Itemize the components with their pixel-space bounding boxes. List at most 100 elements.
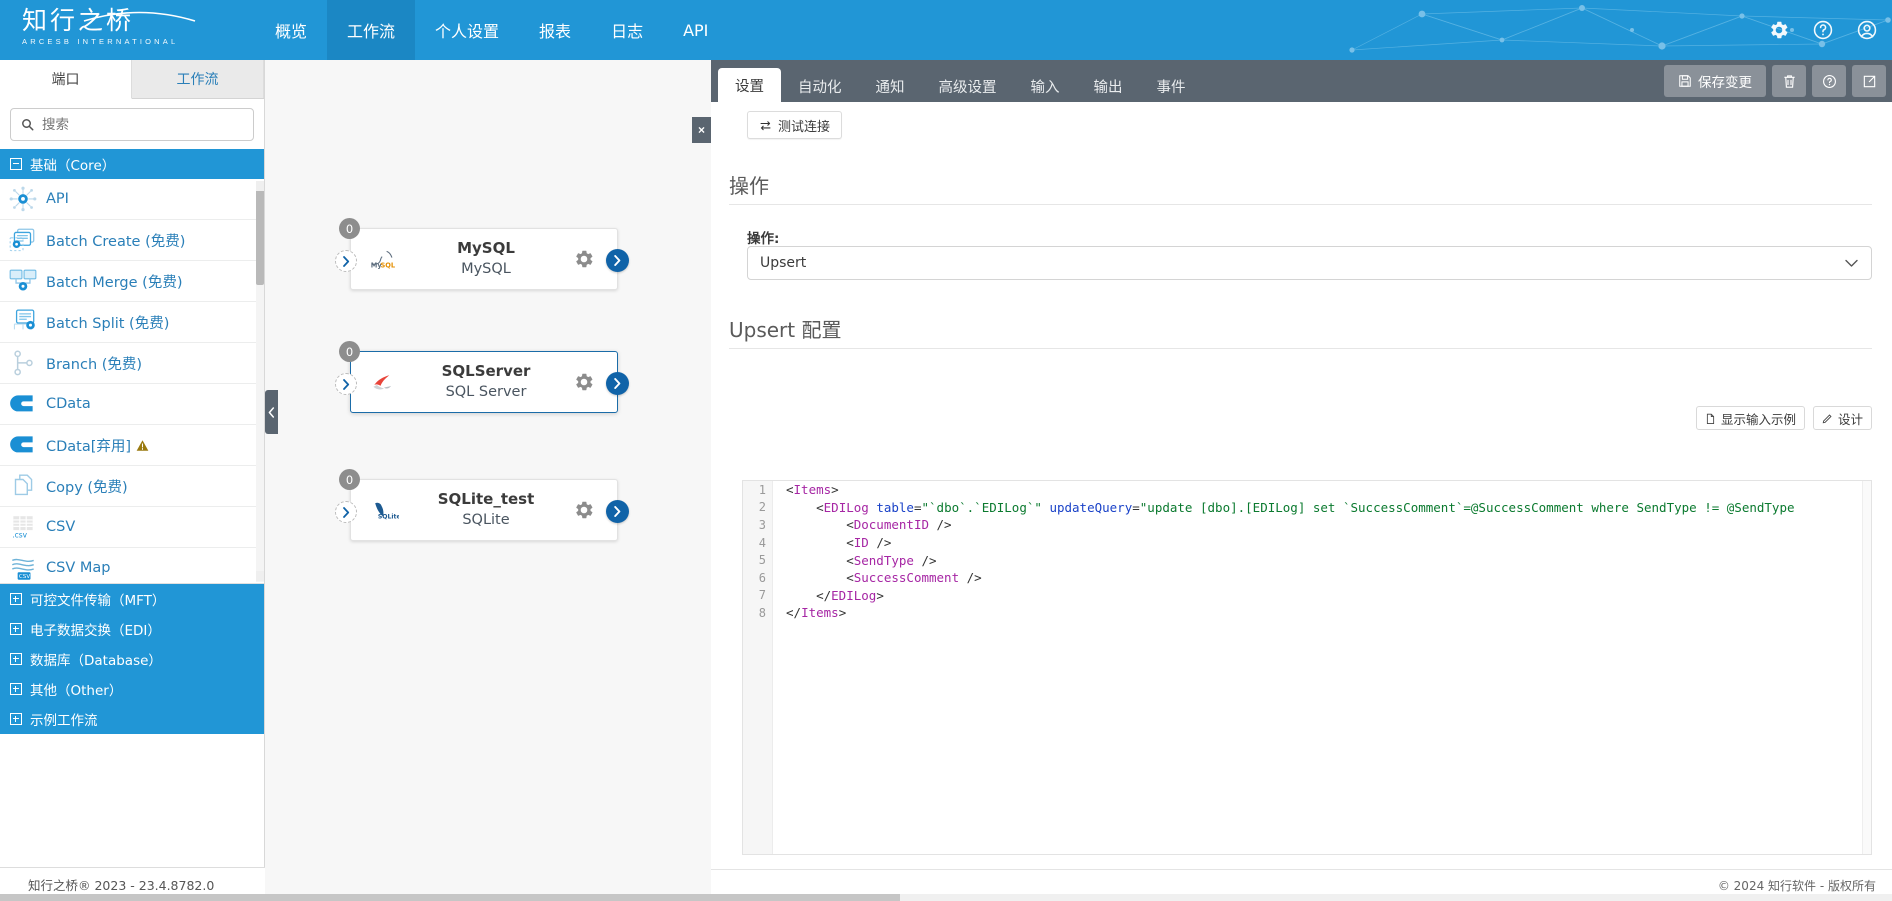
sidebar-category-core[interactable]: 基础（Core）	[0, 149, 264, 179]
nav-item-reports[interactable]: 报表	[519, 0, 591, 60]
gear-icon[interactable]	[1768, 19, 1790, 41]
sidebar-category-edi[interactable]: 电子数据交换（EDI）	[0, 614, 264, 644]
left-sidebar: 端口 工作流 基础（Core）	[0, 60, 265, 901]
node-subtitle: SQLite	[462, 512, 510, 528]
export-icon	[1863, 75, 1875, 87]
nav-item-profile[interactable]: 个人设置	[415, 0, 519, 60]
connector-scroll-area[interactable]: API Batch Create (免费) Batch Merge (免费) B…	[0, 179, 264, 583]
nav-item-workflow[interactable]: 工作流	[327, 0, 416, 60]
divider	[729, 204, 1872, 205]
list-item[interactable]: CSV CSV Map	[0, 548, 264, 583]
node-title: MySQL	[457, 239, 515, 257]
svg-text:CSV: CSV	[19, 574, 30, 580]
sidebar-category-database[interactable]: 数据库（Database）	[0, 644, 264, 674]
workflow-node-sqlserver[interactable]: 0 SQLServer SQL Server	[335, 341, 629, 413]
code-editor[interactable]: 1 <Items> 2 <EDILog table="`dbo`.`EDILog`…	[742, 480, 1872, 855]
node-input-port[interactable]	[335, 250, 357, 272]
tab-settings[interactable]: 设置	[718, 68, 781, 102]
node-badge-count: 0	[339, 469, 360, 490]
scroll-down-arrow-icon[interactable]	[256, 571, 264, 581]
help-button[interactable]	[1812, 65, 1846, 97]
chevron-right-icon	[342, 378, 349, 390]
expand-plus-icon	[10, 593, 22, 605]
panel-toolbar: 保存变更	[1664, 65, 1886, 97]
expand-plus-icon	[10, 683, 22, 695]
tab-advanced[interactable]: 高级设置	[922, 70, 1014, 102]
sidebar-tab-workflows[interactable]: 工作流	[132, 60, 264, 98]
top-navigation-bar: 知行之桥 ARCESB INTERNATIONAL 概览 工作流 个人设置 报表…	[0, 0, 1892, 60]
node-output-port[interactable]	[606, 249, 629, 272]
search-input[interactable]	[42, 116, 253, 133]
svg-text:.csv: .csv	[12, 531, 27, 540]
brand-logo[interactable]: 知行之桥 ARCESB INTERNATIONAL	[22, 6, 202, 54]
tab-automation[interactable]: 自动化	[781, 70, 859, 102]
close-panel-button[interactable]: ×	[692, 117, 711, 143]
node-title: SQLite_test	[437, 490, 535, 508]
list-item[interactable]: Batch Merge (免费)	[0, 261, 264, 302]
line-number: 1	[758, 482, 766, 497]
list-item[interactable]: CData	[0, 384, 264, 425]
tab-output[interactable]: 输出	[1077, 70, 1140, 102]
connector-scrollbar-thumb[interactable]	[256, 181, 264, 285]
list-item[interactable]: Copy (免费)	[0, 466, 264, 507]
list-item[interactable]: CData[弃用]	[0, 425, 264, 466]
chevron-right-icon	[614, 506, 621, 517]
list-item-label: CData	[46, 396, 91, 412]
page-scrollbar-track[interactable]	[0, 894, 1892, 901]
list-item[interactable]: Batch Create (免费)	[0, 220, 264, 261]
list-item[interactable]: Batch Split (免费)	[0, 302, 264, 343]
code-content: </Items>	[786, 605, 847, 621]
node-input-port[interactable]	[335, 373, 357, 395]
nav-item-overview[interactable]: 概览	[255, 0, 327, 60]
search-box[interactable]	[10, 108, 254, 141]
sidebar-tab-ports[interactable]: 端口	[0, 60, 132, 99]
copyright-text: © 2024 知行软件 - 版权所有	[1717, 879, 1876, 893]
design-button[interactable]: 设计	[1812, 406, 1872, 430]
trash-icon	[1783, 74, 1795, 88]
action-select[interactable]: Upsert	[747, 246, 1872, 280]
gear-icon[interactable]	[573, 371, 595, 393]
list-item-label: Batch Create (免费)	[46, 233, 186, 250]
list-item-label: CSV	[46, 519, 76, 535]
tab-events[interactable]: 事件	[1140, 70, 1203, 102]
node-input-port[interactable]	[335, 501, 357, 523]
workflow-node-mysql[interactable]: 0 My SQL MySQL MySQL	[335, 218, 629, 290]
main-menu: 概览 工作流 个人设置 报表 日志 API	[255, 0, 728, 60]
mysql-icon: My SQL	[369, 247, 399, 273]
show-input-sample-button[interactable]: 显示输入示例	[1695, 406, 1805, 430]
nav-item-logs[interactable]: 日志	[591, 0, 663, 60]
sidebar-category-mft[interactable]: 可控文件传输（MFT）	[0, 584, 264, 614]
code-scrollbar-track[interactable]	[1862, 481, 1871, 854]
node-output-port[interactable]	[606, 500, 629, 523]
account-icon[interactable]	[1856, 19, 1878, 41]
list-item[interactable]: API	[0, 179, 264, 220]
test-connection-button[interactable]: 测试连接	[747, 111, 843, 139]
scroll-up-arrow-icon[interactable]	[256, 181, 264, 191]
section-title-upsert: Upsert 配置	[729, 318, 842, 342]
help-icon[interactable]	[1812, 19, 1834, 41]
gear-icon[interactable]	[573, 499, 595, 521]
node-subtitle: MySQL	[461, 261, 511, 277]
design-label: 设计	[1837, 411, 1863, 427]
gear-icon[interactable]	[573, 248, 595, 270]
workflow-canvas[interactable]: 0 My SQL MySQL MySQL 0 SQLServer SQL Ser…	[265, 60, 711, 901]
tab-input[interactable]: 输入	[1014, 70, 1077, 102]
sidebar-collapse-handle[interactable]	[265, 390, 278, 434]
page-scrollbar-thumb[interactable]	[0, 894, 900, 901]
list-item[interactable]: Branch (免费)	[0, 343, 264, 384]
nav-item-api[interactable]: API	[663, 0, 728, 60]
export-button[interactable]	[1852, 65, 1886, 97]
sidebar-category-samples[interactable]: 示例工作流	[0, 704, 264, 734]
sidebar-category-label: 数据库（Database）	[30, 653, 162, 669]
line-number: 5	[758, 553, 766, 568]
workflow-node-sqlite[interactable]: 0 SQLite SQLite_test SQLite	[335, 469, 629, 541]
save-button[interactable]: 保存变更	[1664, 65, 1766, 97]
document-icon	[1706, 413, 1715, 424]
node-output-port[interactable]	[606, 372, 629, 395]
tab-notification[interactable]: 通知	[859, 70, 922, 102]
list-item[interactable]: .csv CSV	[0, 507, 264, 548]
delete-button[interactable]	[1772, 65, 1806, 97]
code-content: <SuccessComment />	[786, 570, 982, 586]
divider	[729, 348, 1872, 349]
sidebar-category-other[interactable]: 其他（Other）	[0, 674, 264, 704]
